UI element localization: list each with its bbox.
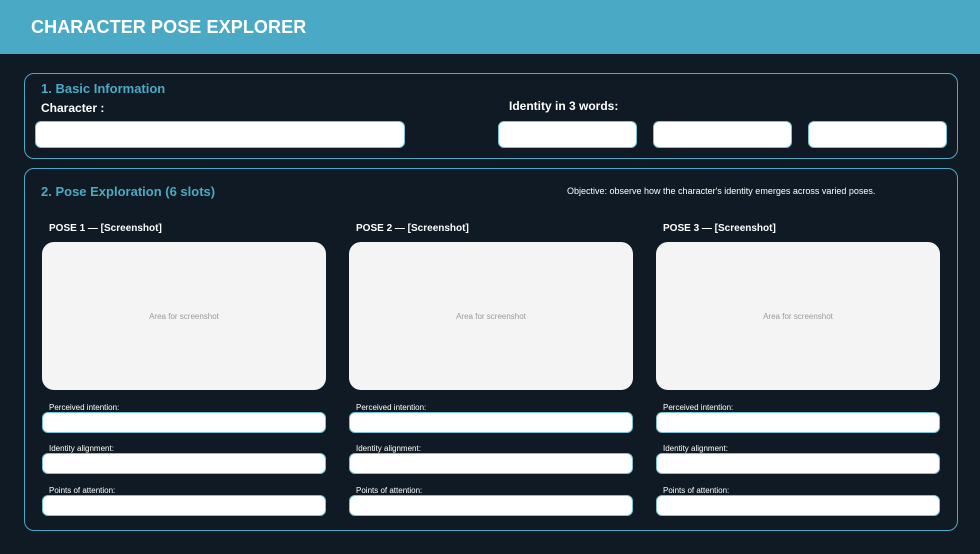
pose-2-attention-label: Points of attention: bbox=[356, 486, 423, 495]
pose-1-screenshot-area[interactable]: Area for screenshot bbox=[42, 242, 326, 390]
identity-label: Identity in 3 words: bbox=[509, 99, 619, 113]
character-label: Character : bbox=[41, 101, 105, 115]
pose-2-alignment-input[interactable] bbox=[349, 453, 633, 474]
pose-2-intention-label: Perceived intention: bbox=[356, 403, 427, 412]
pose-3-alignment-input[interactable] bbox=[656, 453, 940, 474]
pose-1-attention-label: Points of attention: bbox=[49, 486, 116, 495]
app-header: CHARACTER POSE EXPLORER bbox=[0, 0, 980, 54]
identity-word-3-input[interactable] bbox=[808, 121, 947, 148]
pose-1-alignment-input[interactable] bbox=[42, 453, 326, 474]
pose-3-intention-label: Perceived intention: bbox=[663, 403, 734, 412]
basic-information-title: 1. Basic Information bbox=[41, 81, 166, 96]
pose-1-alignment-label: Identity alignment: bbox=[49, 444, 114, 453]
screenshot-placeholder: Area for screenshot bbox=[149, 311, 219, 321]
pose-1-attention-input[interactable] bbox=[42, 495, 326, 516]
pose-2-title: POSE 2 — [Screenshot] bbox=[356, 223, 469, 234]
pose-1-intention-input[interactable] bbox=[42, 412, 326, 433]
character-input[interactable] bbox=[35, 121, 405, 148]
pose-3-screenshot-area[interactable]: Area for screenshot bbox=[656, 242, 940, 390]
identity-word-2-input[interactable] bbox=[653, 121, 792, 148]
pose-3-intention-input[interactable] bbox=[656, 412, 940, 433]
pose-2-attention-input[interactable] bbox=[349, 495, 633, 516]
pose-exploration-title: 2. Pose Exploration (6 slots) bbox=[41, 184, 216, 199]
pose-3-attention-label: Points of attention: bbox=[663, 486, 730, 495]
objective-text: Objective: observe how the character's i… bbox=[567, 186, 876, 196]
pose-3-alignment-label: Identity alignment: bbox=[663, 444, 728, 453]
screenshot-placeholder: Area for screenshot bbox=[456, 311, 526, 321]
pose-2-intention-input[interactable] bbox=[349, 412, 633, 433]
pose-3-title: POSE 3 — [Screenshot] bbox=[663, 223, 776, 234]
screenshot-placeholder: Area for screenshot bbox=[763, 311, 833, 321]
page-title: CHARACTER POSE EXPLORER bbox=[31, 17, 307, 37]
pose-2-screenshot-area[interactable]: Area for screenshot bbox=[349, 242, 633, 390]
pose-1-title: POSE 1 — [Screenshot] bbox=[49, 223, 162, 234]
pose-1-intention-label: Perceived intention: bbox=[49, 403, 120, 412]
pose-2-alignment-label: Identity alignment: bbox=[356, 444, 421, 453]
identity-word-1-input[interactable] bbox=[498, 121, 637, 148]
pose-3-attention-input[interactable] bbox=[656, 495, 940, 516]
